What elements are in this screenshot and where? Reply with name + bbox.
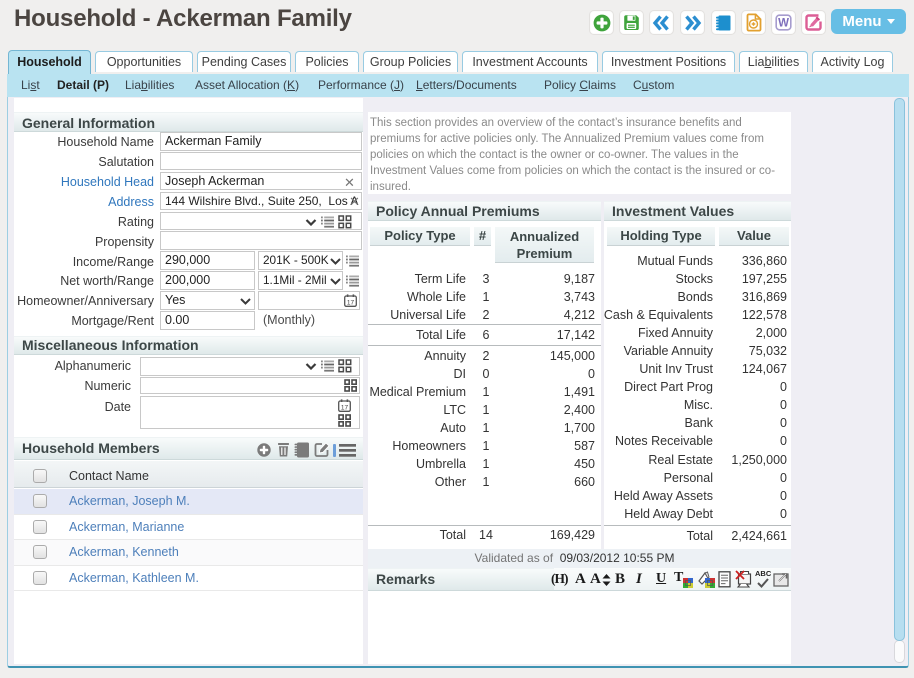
svg-text:17: 17 xyxy=(347,299,355,306)
svg-text:17: 17 xyxy=(341,404,349,411)
svg-text:W: W xyxy=(778,18,789,30)
